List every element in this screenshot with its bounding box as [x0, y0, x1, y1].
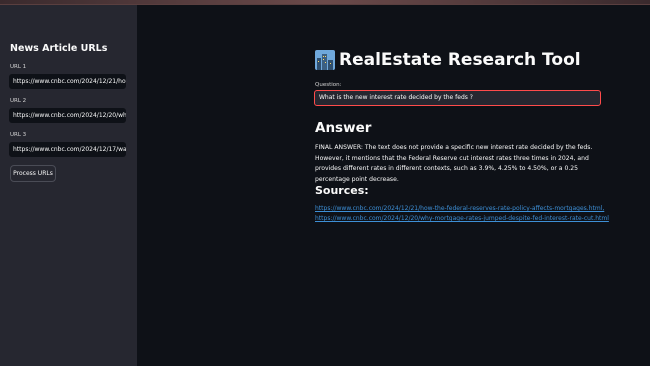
- sources-heading: Sources:: [315, 184, 369, 197]
- answer-heading: Answer: [315, 120, 372, 136]
- url-2-label: URL 2: [10, 98, 27, 104]
- page-title: RealEstate Research Tool: [315, 50, 581, 70]
- question-input[interactable]: What is the new interest rate decided by…: [314, 90, 601, 106]
- url-3-label: URL 3: [10, 132, 27, 138]
- url-2-input[interactable]: https://www.cnbc.com/2024/12/20/why-: [9, 108, 126, 123]
- url-1-label: URL 1: [10, 64, 27, 70]
- page-title-text: RealEstate Research Tool: [339, 50, 581, 70]
- url-1-input[interactable]: https://www.cnbc.com/2024/12/21/how-: [9, 74, 126, 89]
- city-skyline-icon: [315, 50, 335, 70]
- answer-text: FINAL ANSWER: The text does not provide …: [315, 144, 593, 183]
- question-label: Question:: [315, 82, 342, 88]
- url-3-input[interactable]: https://www.cnbc.com/2024/12/17/wall-: [9, 142, 126, 157]
- process-urls-button[interactable]: Process URLs: [10, 165, 56, 182]
- source-link-2[interactable]: https://www.cnbc.com/2024/12/20/why-mort…: [315, 215, 609, 222]
- source-link-1[interactable]: https://www.cnbc.com/2024/12/21/how-the-…: [315, 205, 604, 212]
- sidebar: [0, 5, 137, 366]
- sidebar-title: News Article URLs: [10, 43, 108, 54]
